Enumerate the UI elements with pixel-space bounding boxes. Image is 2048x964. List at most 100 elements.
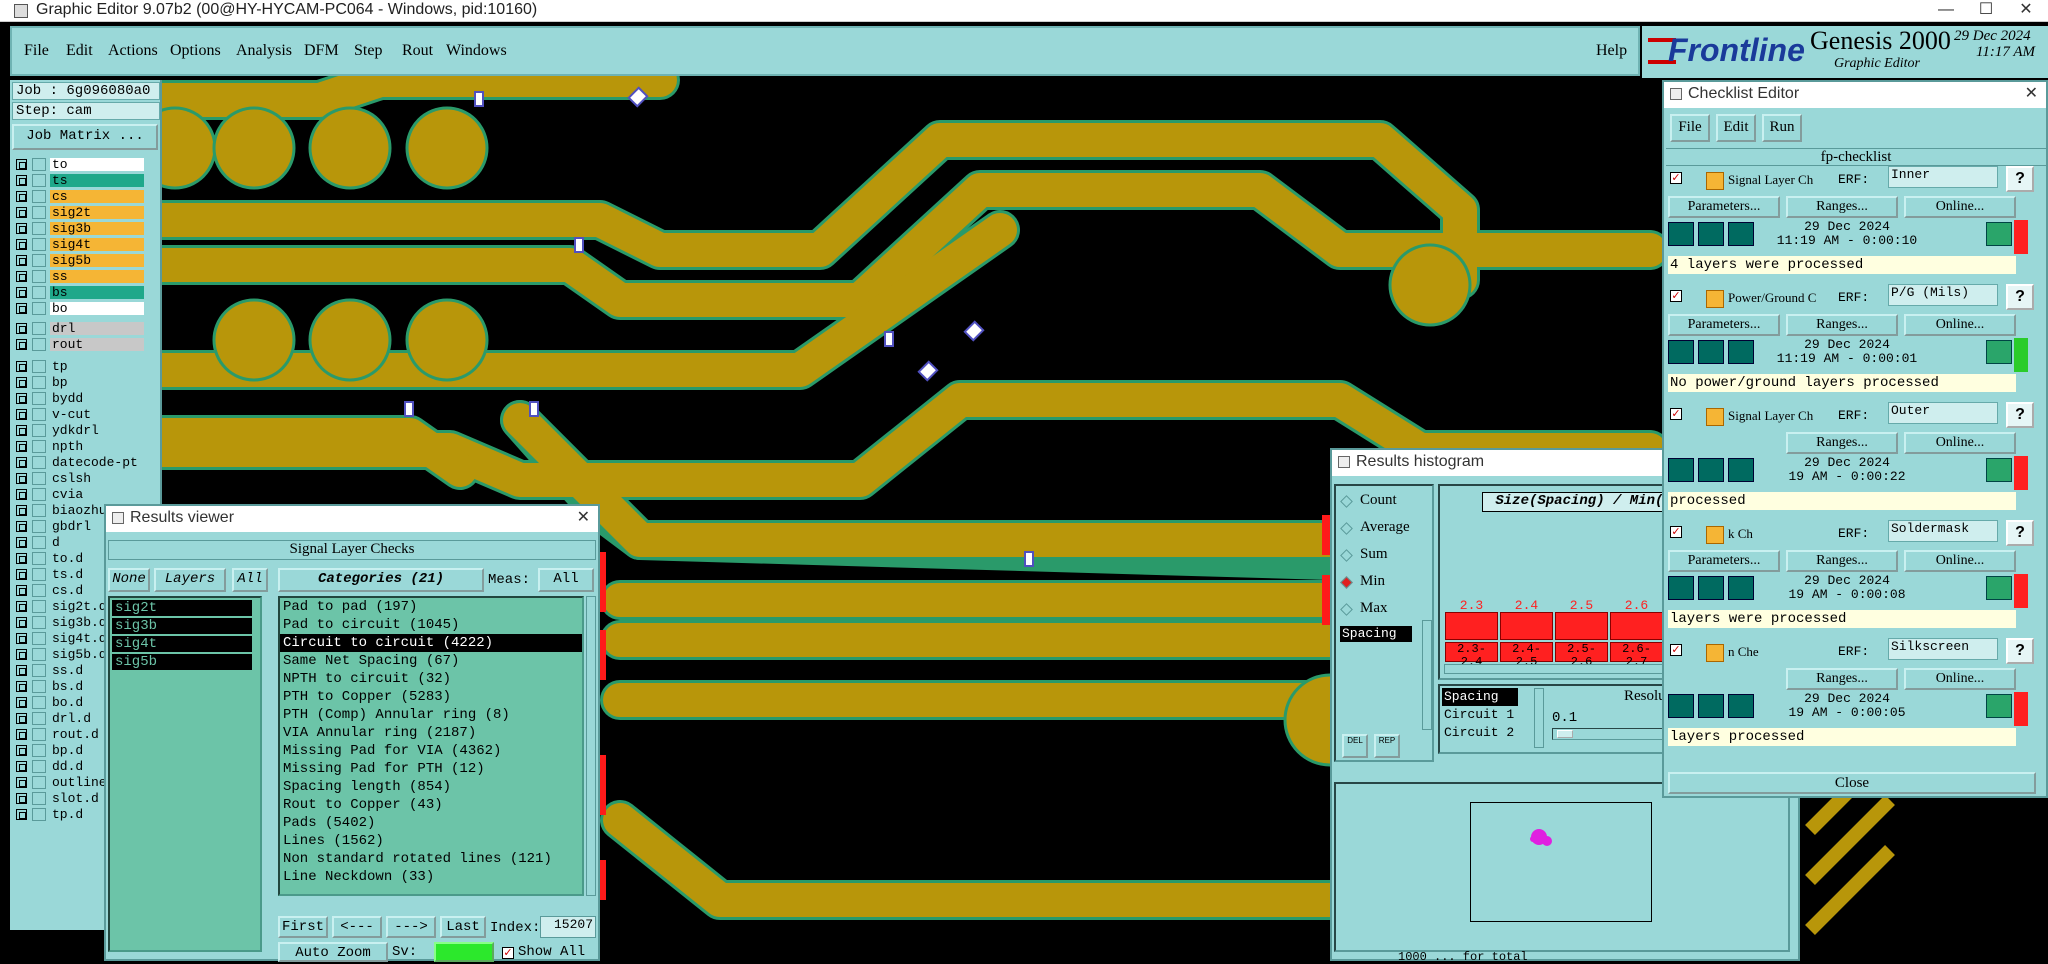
action-checkbox[interactable]: ✓	[1670, 526, 1682, 538]
layer-checkbox[interactable]	[16, 207, 27, 218]
run-icon[interactable]	[1668, 694, 1694, 718]
layer-name[interactable]: to	[50, 158, 144, 171]
action-name[interactable]: Signal Layer Ch	[1728, 172, 1826, 188]
layer-checkbox[interactable]	[16, 473, 27, 484]
sel-scrollbar[interactable]	[1534, 688, 1544, 748]
action-name[interactable]: Signal Layer Ch	[1728, 408, 1826, 424]
auto-zoom-dropdown[interactable]: Auto Zoom	[278, 942, 388, 962]
category-item[interactable]: PTH to Copper (5283)	[280, 688, 582, 706]
layer-checkbox[interactable]	[16, 521, 27, 532]
layer-affect-toggle[interactable]	[32, 792, 46, 805]
layer-name[interactable]: sig4t	[50, 238, 144, 251]
layer-affect-toggle[interactable]	[32, 552, 46, 565]
layer-affect-toggle[interactable]	[32, 616, 46, 629]
menu-file[interactable]: File	[24, 42, 49, 60]
run-icon[interactable]	[1668, 458, 1694, 482]
layer-affect-toggle[interactable]	[32, 680, 46, 693]
spacing-list-item[interactable]: Spacing	[1340, 626, 1412, 642]
layer-checkbox[interactable]	[16, 601, 27, 612]
layer-row-rout[interactable]: rout	[14, 338, 144, 352]
magnify-icon[interactable]	[1986, 458, 2012, 482]
histogram-bar[interactable]	[1555, 612, 1608, 640]
layer-row-bo[interactable]: bo	[14, 302, 144, 316]
layer-affect-toggle[interactable]	[32, 808, 46, 821]
sel-list-item[interactable]: Circuit 1	[1442, 706, 1526, 724]
stat-option-min[interactable]: Min	[1340, 573, 1428, 593]
erf-value[interactable]: Outer	[1888, 402, 1998, 424]
category-item[interactable]: Missing Pad for PTH (12)	[280, 760, 582, 778]
slider-thumb[interactable]	[1557, 730, 1573, 738]
stop-icon[interactable]	[1728, 576, 1754, 600]
sel-list[interactable]: Spacing Circuit 1 Circuit 2	[1442, 688, 1526, 748]
layer-checkbox[interactable]	[16, 223, 27, 234]
layer-affect-toggle[interactable]	[32, 206, 46, 219]
online-button[interactable]: Online...	[1904, 196, 2016, 218]
layer-affect-toggle[interactable]	[32, 584, 46, 597]
layer-row-sig2t[interactable]: sig2t	[14, 206, 144, 220]
radio-icon[interactable]	[1340, 549, 1353, 562]
run-step-icon[interactable]	[1698, 340, 1724, 364]
layer-checkbox[interactable]	[16, 175, 27, 186]
radio-icon[interactable]	[1340, 495, 1353, 508]
none-button[interactable]: None	[108, 568, 150, 592]
run-step-icon[interactable]	[1698, 458, 1724, 482]
magnify-icon[interactable]	[1986, 694, 2012, 718]
ranges-button[interactable]: Ranges...	[1786, 432, 1898, 454]
layer-affect-toggle[interactable]	[32, 392, 46, 405]
categories-button[interactable]: Categories (21)	[278, 568, 484, 592]
layer-name[interactable]: cslsh	[50, 472, 144, 485]
run-step-icon[interactable]	[1698, 222, 1724, 246]
category-item[interactable]: Pad to circuit (1045)	[280, 616, 582, 634]
close-icon[interactable]: ✕	[577, 506, 590, 530]
layer-name[interactable]: cs	[50, 190, 144, 203]
layer-checkbox[interactable]	[16, 191, 27, 202]
layer-name[interactable]: npth	[50, 440, 144, 453]
job-matrix-button[interactable]: Job Matrix ...	[12, 124, 158, 150]
layer-row-cslsh[interactable]: cslsh	[14, 472, 144, 486]
layer-checkbox[interactable]	[16, 713, 27, 724]
layer-name[interactable]: drl	[50, 322, 144, 335]
layer-affect-toggle[interactable]	[32, 520, 46, 533]
layer-affect-toggle[interactable]	[32, 158, 46, 171]
layer-checkbox[interactable]	[16, 505, 27, 516]
sel-list-item[interactable]: Circuit 2	[1442, 724, 1526, 742]
layer-affect-toggle[interactable]	[32, 568, 46, 581]
layer-checkbox[interactable]	[16, 537, 27, 548]
layer-name[interactable]: bs	[50, 286, 144, 299]
layer-row-npth[interactable]: npth	[14, 440, 144, 454]
layer-affect-toggle[interactable]	[32, 600, 46, 613]
run-step-icon[interactable]	[1698, 694, 1724, 718]
layer-affect-toggle[interactable]	[32, 360, 46, 373]
erf-value[interactable]: P/G (Mils)	[1888, 284, 1998, 306]
result-layer-item[interactable]: sig5b	[112, 654, 252, 670]
magnify-icon[interactable]	[1986, 222, 2012, 246]
layer-checkbox[interactable]	[16, 361, 27, 372]
layer-name[interactable]: v-cut	[50, 408, 144, 421]
stat-option-max[interactable]: Max	[1340, 600, 1428, 620]
layers-button[interactable]: Layers	[154, 568, 226, 592]
action-checkbox[interactable]: ✓	[1670, 290, 1682, 302]
layer-checkbox[interactable]	[16, 553, 27, 564]
action-name[interactable]: k Ch	[1728, 526, 1826, 542]
category-item[interactable]: NPTH to circuit (32)	[280, 670, 582, 688]
category-item[interactable]: Circuit to circuit (4222)	[280, 634, 582, 652]
layer-checkbox[interactable]	[16, 585, 27, 596]
layer-affect-toggle[interactable]	[32, 408, 46, 421]
layer-checkbox[interactable]	[16, 339, 27, 350]
layer-name[interactable]: sig5b	[50, 254, 144, 267]
stat-option-average[interactable]: Average	[1340, 519, 1428, 539]
layer-row-sig5b[interactable]: sig5b	[14, 254, 144, 268]
layer-row-tp[interactable]: tp	[14, 360, 144, 374]
ranges-button[interactable]: Ranges...	[1786, 196, 1898, 218]
first-button[interactable]: First	[278, 916, 328, 938]
run-step-icon[interactable]	[1698, 576, 1724, 600]
layer-affect-toggle[interactable]	[32, 536, 46, 549]
layer-affect-toggle[interactable]	[32, 254, 46, 267]
layer-row-to[interactable]: to	[14, 158, 144, 172]
help-icon[interactable]: ?	[2006, 284, 2034, 310]
category-item[interactable]: Lines (1562)	[280, 832, 582, 850]
layer-checkbox[interactable]	[16, 323, 27, 334]
checklist-menu-edit[interactable]: Edit	[1716, 114, 1756, 142]
stop-icon[interactable]	[1728, 694, 1754, 718]
layer-row-bydd[interactable]: bydd	[14, 392, 144, 406]
